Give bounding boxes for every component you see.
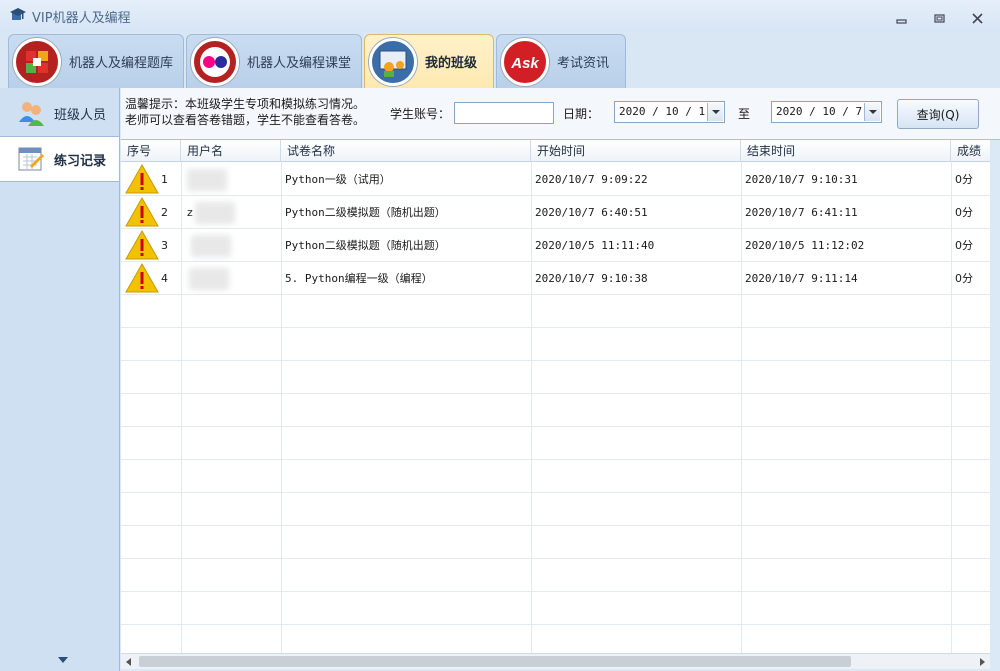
minimize-button[interactable] [894,12,910,26]
tip-text: 温馨提示：本班级学生专项和模拟练习情况。 老师可以查看答卷错题，学生不能查看答卷… [125,96,365,128]
sidebar-item-class-members[interactable]: 班级人员 [0,90,119,136]
empty-row [121,427,990,460]
empty-row [121,460,990,493]
row-score: 0分 [955,272,973,285]
tab-exam-news[interactable]: Ask 考试资讯 [496,34,626,88]
table-row[interactable]: 4 5. Python编程一级（编程） 2020/10/7 9:10:38 20… [121,262,990,295]
warning-icon [125,229,159,260]
tab-label: 我的班级 [425,56,478,71]
student-account-input[interactable] [454,102,554,124]
table-row[interactable]: 3 Python二级模拟题（随机出题） 2020/10/5 11:11:40 2… [121,229,990,262]
tab-label: 机器人及编程题库 [69,56,174,71]
tip-line-2: 老师可以查看答卷错题，学生不能查看答卷。 [125,113,366,127]
redaction-blur [189,268,229,290]
sidebar-item-label: 班级人员 [54,107,107,123]
col-header-end[interactable]: 结束时间 [741,140,951,162]
scrollbar-thumb[interactable] [139,656,851,667]
tip-line-1: 温馨提示：本班级学生专项和模拟练习情况。 [125,97,366,111]
scroll-right-icon[interactable] [980,658,985,666]
row-paper: Python二级模拟题（随机出题） [285,239,446,252]
row-index: 3 [161,239,168,252]
calendar-icon [16,144,46,174]
empty-row [121,592,990,625]
horizontal-scrollbar[interactable] [121,653,990,669]
row-start: 2020/10/5 11:11:40 [535,239,655,252]
col-header-user[interactable]: 用户名 [181,140,281,162]
row-paper: Python二级模拟题（随机出题） [285,206,446,219]
col-header-start[interactable]: 开始时间 [531,140,741,162]
filter-bar: 温馨提示：本班级学生专项和模拟练习情况。 老师可以查看答卷错题，学生不能查看答卷… [121,88,1000,140]
to-label: 至 [738,107,751,121]
row-end: 2020/10/7 9:10:31 [745,173,858,186]
table-row[interactable]: 1 Python一级（试用） 2020/10/7 9:09:22 2020/10… [121,163,990,196]
row-index: 4 [161,272,168,285]
col-header-score[interactable]: 成绩 [951,140,990,162]
empty-row [121,526,990,559]
empty-row [121,328,990,361]
date-label: 日期： [563,107,600,121]
col-header-index[interactable]: 序号 [121,140,181,162]
ask-icon: Ask [501,37,549,86]
scroll-down-arrow-icon[interactable] [58,657,68,663]
warning-icon [125,262,159,293]
tab-label: 机器人及编程课堂 [247,56,352,71]
empty-row [121,361,990,394]
row-end: 2020/10/5 11:12:02 [745,239,865,252]
row-score: 0分 [955,206,973,219]
empty-row [121,394,990,427]
table-row[interactable]: 2 z Python二级模拟题（随机出题） 2020/10/7 6:40:51 … [121,196,990,229]
tab-classroom[interactable]: 机器人及编程课堂 [186,34,362,88]
date-from-value: 2020 / 10 / 1 [619,105,706,118]
tab-my-class[interactable]: 我的班级 [364,34,494,88]
users-icon [16,98,46,128]
redaction-blur [191,235,231,257]
date-to-picker[interactable]: 2020 / 10 / 7 [771,101,882,123]
chevron-down-icon[interactable] [707,103,723,121]
flickr-dots-icon [191,37,239,86]
chevron-down-icon[interactable] [864,103,880,121]
redaction-blur [187,169,227,191]
sidebar: 班级人员 练习记录 [0,88,120,671]
records-table: 序号 用户名 试卷名称 开始时间 结束时间 成绩 1 Python一级（试用） … [121,140,990,653]
account-label: 学生账号： [390,107,451,121]
window-title: VIP机器人及编程 [32,10,131,26]
warning-icon [125,163,159,194]
close-button[interactable] [970,12,986,26]
empty-row [121,493,990,526]
puzzle-icon [13,37,61,86]
right-border [990,140,1000,671]
row-score: 0分 [955,239,973,252]
class-icon [369,37,417,86]
col-header-paper[interactable]: 试卷名称 [281,140,531,162]
empty-row [121,559,990,592]
query-button[interactable]: 查询(Q) [897,99,979,129]
maximize-button[interactable] [932,12,948,26]
scroll-left-icon[interactable] [126,658,131,666]
sidebar-item-label: 练习记录 [54,153,107,169]
table-header: 序号 用户名 试卷名称 开始时间 结束时间 成绩 [121,140,990,162]
row-paper: 5. Python编程一级（编程） [285,272,433,285]
row-end: 2020/10/7 6:41:11 [745,206,858,219]
main-tab-strip: 机器人及编程题库 机器人及编程课堂 我的班级 Ask 考试资讯 [0,32,1000,88]
redaction-blur [195,202,235,224]
app-logo-icon [10,8,26,24]
row-end: 2020/10/7 9:11:14 [745,272,858,285]
tab-label: 考试资讯 [557,56,610,71]
row-start: 2020/10/7 9:10:38 [535,272,648,285]
row-paper: Python一级（试用） [285,173,391,186]
title-bar: VIP机器人及编程 [0,0,1000,32]
empty-row [121,295,990,328]
tab-question-bank[interactable]: 机器人及编程题库 [8,34,184,88]
row-score: 0分 [955,173,973,186]
date-from-picker[interactable]: 2020 / 10 / 1 [614,101,725,123]
date-to-value: 2020 / 10 / 7 [776,105,863,118]
row-index: 2 [161,206,168,219]
sidebar-item-practice-records[interactable]: 练习记录 [0,136,119,182]
row-start: 2020/10/7 9:09:22 [535,173,648,186]
row-index: 1 [161,173,168,186]
warning-icon [125,196,159,227]
svg-text:Ask: Ask [510,55,539,72]
row-start: 2020/10/7 6:40:51 [535,206,648,219]
